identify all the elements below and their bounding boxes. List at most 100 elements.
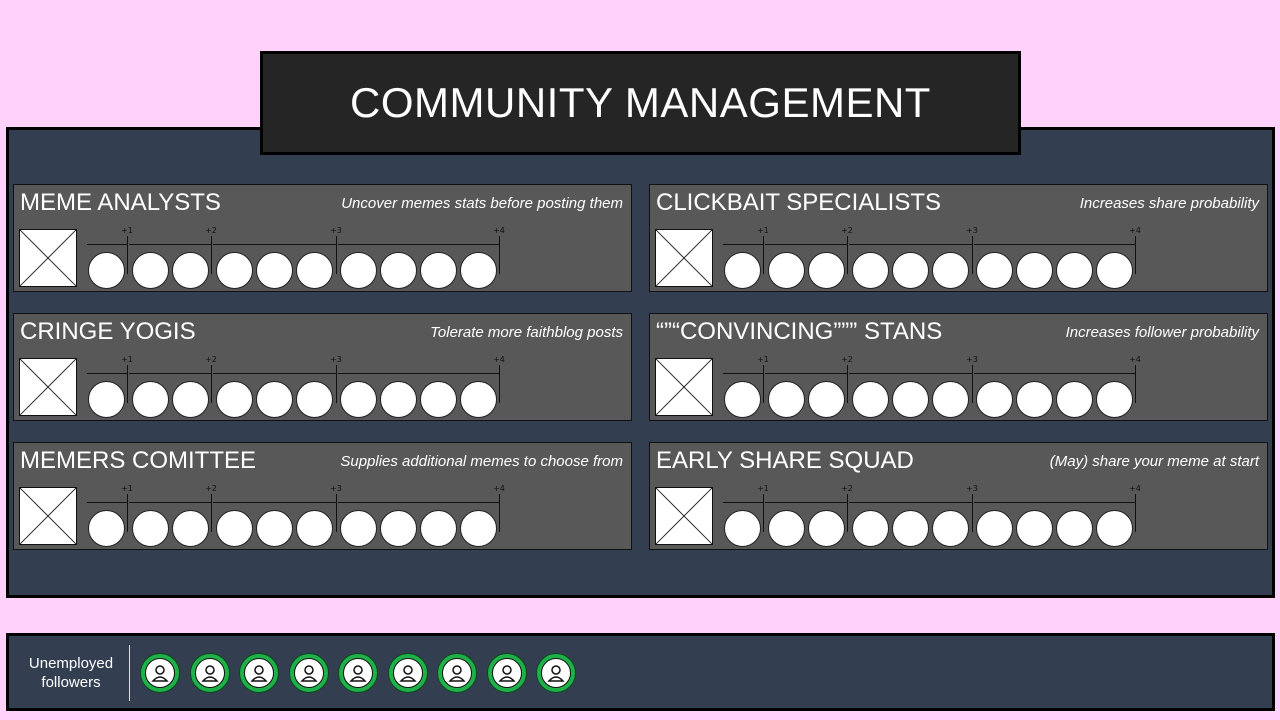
follower-slot[interactable] xyxy=(852,252,889,289)
empty-slot-icon[interactable] xyxy=(19,229,77,287)
follower-slot[interactable] xyxy=(88,510,125,547)
follower-slot[interactable] xyxy=(256,252,293,289)
follower-slot[interactable] xyxy=(932,381,969,418)
track-tick xyxy=(211,236,212,274)
track-tick xyxy=(847,365,848,403)
follower-slot[interactable] xyxy=(216,252,253,289)
follower-slot[interactable] xyxy=(1096,381,1133,418)
follower-slot[interactable] xyxy=(296,510,333,547)
follower-slot[interactable] xyxy=(976,381,1013,418)
follower-slot[interactable] xyxy=(724,510,761,547)
follower-slot[interactable] xyxy=(808,510,845,547)
track-tick xyxy=(763,236,764,274)
follower-slot[interactable] xyxy=(172,381,209,418)
tick-label: +2 xyxy=(205,355,217,364)
follower-slot[interactable] xyxy=(724,381,761,418)
follower-slot[interactable] xyxy=(768,510,805,547)
track-segment xyxy=(87,244,127,245)
follower-slot[interactable] xyxy=(1016,381,1053,418)
follower-slot[interactable] xyxy=(380,510,417,547)
follower-token[interactable] xyxy=(140,653,180,693)
follower-slot[interactable] xyxy=(932,252,969,289)
tick-label: +4 xyxy=(493,355,505,364)
track-tick xyxy=(972,365,973,403)
follower-slot[interactable] xyxy=(172,252,209,289)
track-tick xyxy=(499,494,500,532)
follower-slot[interactable] xyxy=(1016,252,1053,289)
follower-icon xyxy=(442,658,472,688)
follower-slot[interactable] xyxy=(892,381,929,418)
track-segment xyxy=(765,502,847,503)
follower-token[interactable] xyxy=(387,653,428,693)
follower-slot[interactable] xyxy=(380,381,417,418)
follower-slot[interactable] xyxy=(420,510,457,547)
tick-label: +2 xyxy=(205,484,217,493)
follower-slot[interactable] xyxy=(460,510,497,547)
follower-slot[interactable] xyxy=(296,381,333,418)
follower-token[interactable] xyxy=(189,653,230,693)
follower-slot[interactable] xyxy=(132,510,169,547)
follower-slot[interactable] xyxy=(172,510,209,547)
follower-slot[interactable] xyxy=(892,510,929,547)
follower-slot[interactable] xyxy=(768,252,805,289)
follower-slot[interactable] xyxy=(1096,510,1133,547)
follower-slot[interactable] xyxy=(892,252,929,289)
follower-slot[interactable] xyxy=(852,381,889,418)
empty-slot-icon[interactable] xyxy=(655,487,713,545)
follower-slot[interactable] xyxy=(420,381,457,418)
follower-slot[interactable] xyxy=(1096,252,1133,289)
empty-slot-icon[interactable] xyxy=(655,358,713,416)
track-segment xyxy=(129,502,211,503)
follower-slot[interactable] xyxy=(852,510,889,547)
follower-slot[interactable] xyxy=(1016,510,1053,547)
follower-slot[interactable] xyxy=(808,252,845,289)
unemployed-followers-label: Unemployed followers xyxy=(28,655,114,691)
tick-label: +2 xyxy=(841,355,853,364)
empty-slot-icon[interactable] xyxy=(19,358,77,416)
follower-slot[interactable] xyxy=(932,510,969,547)
follower-slot[interactable] xyxy=(1056,252,1093,289)
track-segment xyxy=(129,373,211,374)
follower-slot[interactable] xyxy=(340,252,377,289)
follower-slot[interactable] xyxy=(340,381,377,418)
card-title: “”“CONVINCING””” STANS xyxy=(656,318,943,345)
empty-slot-icon[interactable] xyxy=(19,487,77,545)
follower-slot[interactable] xyxy=(216,381,253,418)
follower-token[interactable] xyxy=(437,653,477,693)
upgrade-card: EARLY SHARE SQUAD (May) share your meme a… xyxy=(649,442,1268,550)
follower-slot[interactable] xyxy=(216,510,253,547)
follower-slot[interactable] xyxy=(768,381,805,418)
follower-slot[interactable] xyxy=(132,381,169,418)
follower-slot[interactable] xyxy=(88,252,125,289)
follower-slot[interactable] xyxy=(88,381,125,418)
follower-slot[interactable] xyxy=(460,381,497,418)
track-segment xyxy=(723,244,763,245)
follower-slot[interactable] xyxy=(808,381,845,418)
follower-slot[interactable] xyxy=(976,510,1013,547)
follower-slot[interactable] xyxy=(976,252,1013,289)
follower-slot[interactable] xyxy=(1056,510,1093,547)
tick-label: +1 xyxy=(121,484,133,493)
follower-slot[interactable] xyxy=(132,252,169,289)
follower-slot[interactable] xyxy=(256,381,293,418)
follower-slot[interactable] xyxy=(460,252,497,289)
card-title: CLICKBAIT SPECIALISTS xyxy=(656,189,941,216)
follower-token[interactable] xyxy=(338,653,378,693)
track-segment xyxy=(849,244,972,245)
track-segment xyxy=(338,244,499,245)
follower-slot[interactable] xyxy=(420,252,457,289)
card-title: MEMERS COMITTEE xyxy=(20,447,257,474)
follower-token[interactable] xyxy=(239,653,279,693)
follower-slot[interactable] xyxy=(256,510,293,547)
follower-slot[interactable] xyxy=(1056,381,1093,418)
empty-slot-icon[interactable] xyxy=(655,229,713,287)
follower-slot[interactable] xyxy=(296,252,333,289)
follower-slot[interactable] xyxy=(340,510,377,547)
tick-label: +4 xyxy=(1129,355,1141,364)
follower-token[interactable] xyxy=(536,653,576,693)
follower-slot[interactable] xyxy=(380,252,417,289)
follower-token[interactable] xyxy=(486,653,527,693)
follower-token[interactable] xyxy=(288,653,329,693)
track-segment xyxy=(849,373,972,374)
follower-slot[interactable] xyxy=(724,252,761,289)
